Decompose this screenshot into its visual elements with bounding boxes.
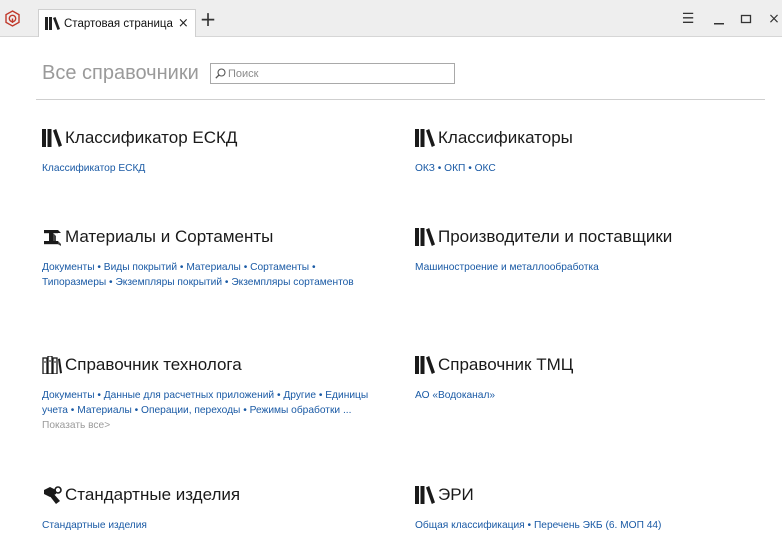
section-header[interactable]: Справочник ТМЦ (415, 354, 745, 376)
section-link[interactable]: Материалы (186, 262, 241, 273)
section-link[interactable]: Машиностроение и металлообработка (415, 262, 599, 273)
section-link[interactable]: Виды покрытий (104, 262, 177, 273)
link-separator: • (179, 262, 184, 273)
search-input[interactable] (228, 67, 448, 80)
section-link[interactable]: Стандартные изделия (42, 520, 147, 531)
section-links: Документы • Виды покрытий • Материалы • … (42, 260, 372, 290)
section-links: АО «Водоканал» (415, 388, 745, 403)
section-title[interactable]: Классификатор ЕСКД (65, 128, 237, 148)
books-icon (415, 356, 435, 374)
new-tab-button[interactable]: + (199, 9, 217, 29)
link-separator: • (276, 390, 281, 401)
tab-close-button[interactable]: × (178, 17, 189, 30)
section-header[interactable]: Материалы и Сортаменты (42, 226, 372, 248)
header-divider (36, 99, 765, 100)
tab-start-page[interactable]: Стартовая страница × (38, 9, 196, 37)
maximize-button[interactable] (738, 11, 754, 27)
books-icon (45, 17, 60, 30)
section-link[interactable]: Другие (283, 390, 316, 401)
section-link[interactable]: Экземпляры сортаментов (231, 277, 353, 288)
link-separator: • (437, 163, 442, 174)
bolt-nut-icon (43, 486, 62, 504)
section-links: ОКЗ • ОКП • ОКС (415, 161, 745, 176)
search-box[interactable] (210, 63, 455, 84)
section-7: Стандартные изделия Стандартные изделия (42, 484, 372, 533)
section-link[interactable]: ОКЗ (415, 163, 435, 174)
section-links: Стандартные изделия (42, 518, 372, 533)
section-header[interactable]: ЭРИ (415, 484, 745, 506)
section-link[interactable]: ОКС (475, 163, 496, 174)
section-header[interactable]: Стандартные изделия (42, 484, 372, 506)
link-separator: • (468, 163, 472, 174)
section-title[interactable]: Классификаторы (438, 128, 573, 148)
section-header[interactable]: Классификаторы (415, 127, 745, 149)
section-title[interactable]: Стандартные изделия (65, 485, 240, 505)
section-8: ЭРИ Общая классификация • Перечень ЭКБ (6… (415, 484, 745, 533)
section-links: Документы • Данные для расчетных приложе… (42, 388, 372, 433)
tech-binders-icon (42, 356, 62, 374)
link-separator: • (318, 390, 323, 401)
books-icon (42, 129, 62, 147)
hamburger-menu-icon[interactable]: ☰ (680, 11, 696, 27)
section-links: Машиностроение и металлообработка (415, 260, 745, 275)
tab-bar: Стартовая страница × + ☰ × (0, 0, 782, 37)
section-link[interactable]: Операции, переходы (141, 405, 240, 416)
section-title[interactable]: ЭРИ (438, 485, 474, 505)
section-header[interactable]: Справочник технолога (42, 354, 372, 376)
section-link[interactable]: Данные для расчетных приложений (104, 390, 274, 401)
section-1: Классификатор ЕСКД Классификатор ЕСКД (42, 127, 372, 176)
books-icon (415, 228, 435, 246)
section-title[interactable]: Справочник технолога (65, 355, 242, 375)
beam-profile-icon (44, 230, 61, 246)
section-link[interactable]: Сортаменты (250, 262, 309, 273)
tab-title: Стартовая страница (64, 17, 173, 30)
section-links: Классификатор ЕСКД (42, 161, 372, 176)
books-icon (415, 486, 435, 504)
link-separator: • (311, 262, 316, 273)
section-6: Справочник ТМЦ АО «Водоканал» (415, 354, 745, 403)
books-icon (415, 129, 435, 147)
link-separator: • (109, 277, 113, 288)
link-separator: • (134, 405, 139, 416)
section-header[interactable]: Классификатор ЕСКД (42, 127, 372, 149)
section-link[interactable]: АО «Водоканал» (415, 390, 495, 401)
section-link[interactable]: Режимы обработки (250, 405, 340, 416)
section-2: Классификаторы ОКЗ • ОКП • ОКС (415, 127, 745, 176)
page-title: Все справочники (42, 62, 199, 84)
section-link[interactable]: ОКП (444, 163, 465, 174)
section-link[interactable]: Перечень ЭКБ (6. МОП 44) (534, 520, 662, 531)
section-link[interactable]: Документы (42, 390, 95, 401)
section-link[interactable]: Документы (42, 262, 95, 273)
section-link[interactable]: Экземпляры покрытий (115, 277, 222, 288)
link-separator: • (97, 262, 101, 273)
section-link[interactable]: Материалы (77, 405, 132, 416)
link-separator: • (527, 520, 532, 531)
close-window-button[interactable]: × (766, 11, 782, 27)
minimize-button[interactable] (711, 11, 727, 27)
section-header[interactable]: Производители и поставщики (415, 226, 745, 248)
section-title[interactable]: Производители и поставщики (438, 227, 672, 247)
section-link[interactable]: Общая классификация (415, 520, 525, 531)
link-separator: • (97, 390, 101, 401)
link-separator: • (243, 262, 248, 273)
section-3: Материалы и Сортаменты Документы • Виды п… (42, 226, 372, 290)
section-title[interactable]: Материалы и Сортаменты (65, 227, 273, 247)
section-5: Справочник технолога Документы • Данные д… (42, 354, 372, 433)
link-separator: • (243, 405, 247, 416)
app-logo-icon[interactable] (4, 10, 21, 27)
section-link[interactable]: Типоразмеры (42, 277, 106, 288)
link-separator: • (70, 405, 75, 416)
link-separator: • (224, 277, 229, 288)
section-links: Общая классификация • Перечень ЭКБ (6. М… (415, 518, 745, 533)
section-link[interactable]: Классификатор ЕСКД (42, 163, 145, 174)
section-4: Производители и поставщики Машиностроение… (415, 226, 745, 275)
section-title[interactable]: Справочник ТМЦ (438, 355, 573, 375)
links-ellipsis: ... (342, 405, 352, 416)
search-icon (215, 68, 226, 79)
show-all-link[interactable]: Показать все> (42, 420, 110, 431)
